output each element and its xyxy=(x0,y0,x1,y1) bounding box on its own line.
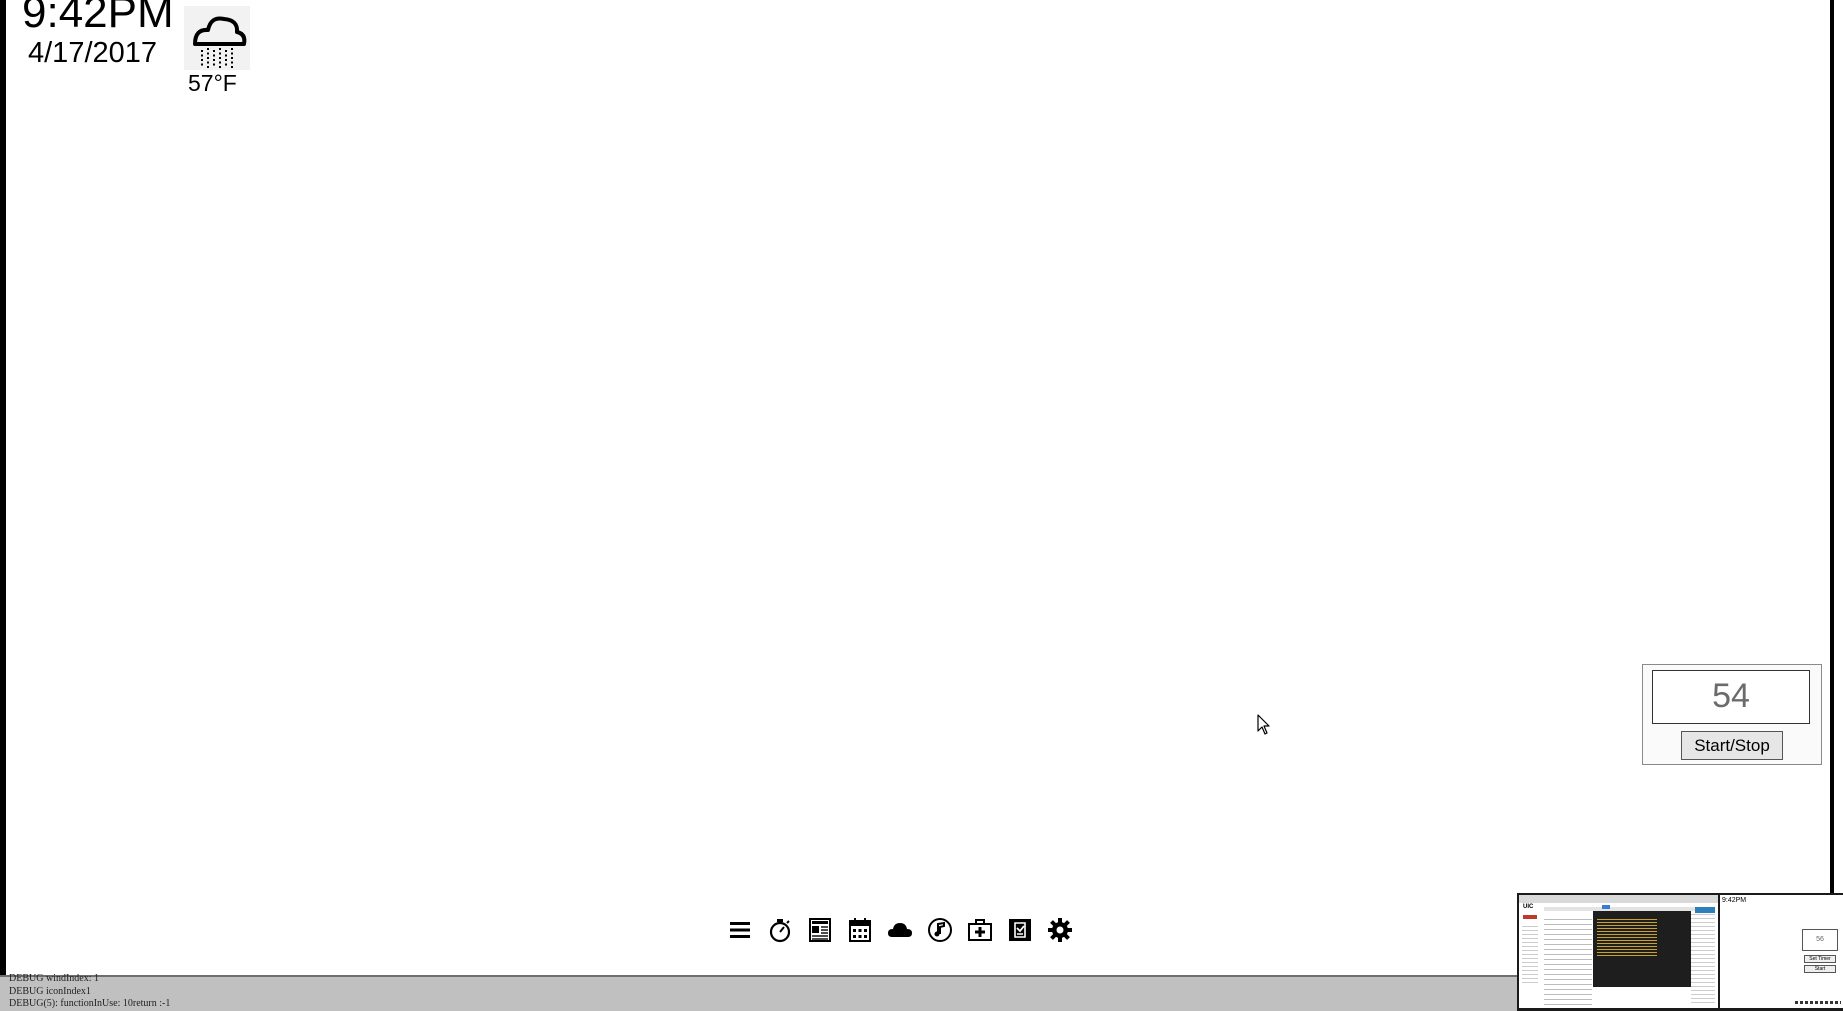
rain-cloud-icon xyxy=(184,6,250,70)
preview-timer-value: 56 xyxy=(1802,929,1838,951)
debug-line: DEBUG iconIndex1 xyxy=(9,986,91,997)
health-kit-icon[interactable] xyxy=(965,910,995,950)
taskbar-window-previews: UIC 9:42PM 56 Set Timer Start xyxy=(1517,893,1843,1011)
screen-left-border xyxy=(0,0,6,1011)
news-icon[interactable] xyxy=(805,910,835,950)
preview-app-label: UIC xyxy=(1523,904,1534,910)
stopwatch-icon[interactable] xyxy=(765,910,795,950)
weather-temperature: 57°F xyxy=(188,70,237,96)
calendar-icon[interactable] xyxy=(845,910,875,950)
window-preview-browser[interactable]: UIC xyxy=(1519,895,1718,1008)
settings-gear-icon[interactable] xyxy=(1045,910,1075,950)
clock-time: 9:42PM xyxy=(22,0,174,37)
preview-start-button: Start xyxy=(1804,965,1836,973)
app-dock xyxy=(725,910,1075,950)
menu-icon[interactable] xyxy=(725,910,755,950)
clock-date: 4/17/2017 xyxy=(28,37,158,69)
debug-console: DEBUG windIndex: 1 DEBUG iconIndex1 DEBU… xyxy=(0,973,1520,1011)
start-stop-button[interactable]: Start/Stop xyxy=(1681,731,1783,760)
timer-widget: 54 Start/Stop xyxy=(1642,664,1822,765)
music-icon[interactable] xyxy=(925,910,955,950)
window-preview-smart-mirror[interactable]: 9:42PM 56 Set Timer Start xyxy=(1720,895,1843,1008)
preview-set-timer-button: Set Timer xyxy=(1804,955,1836,963)
mouse-cursor-icon xyxy=(1257,714,1271,736)
notes-icon[interactable] xyxy=(1005,910,1035,950)
preview-time: 9:42PM xyxy=(1722,897,1747,904)
debug-line: DEBUG(5): functionInUse: 10return :-1 xyxy=(9,998,171,1009)
cloud-icon[interactable] xyxy=(885,910,915,950)
debug-line: DEBUG windIndex: 1 xyxy=(9,973,99,984)
timer-display: 54 xyxy=(1652,670,1810,724)
screen-right-border xyxy=(1830,0,1834,893)
